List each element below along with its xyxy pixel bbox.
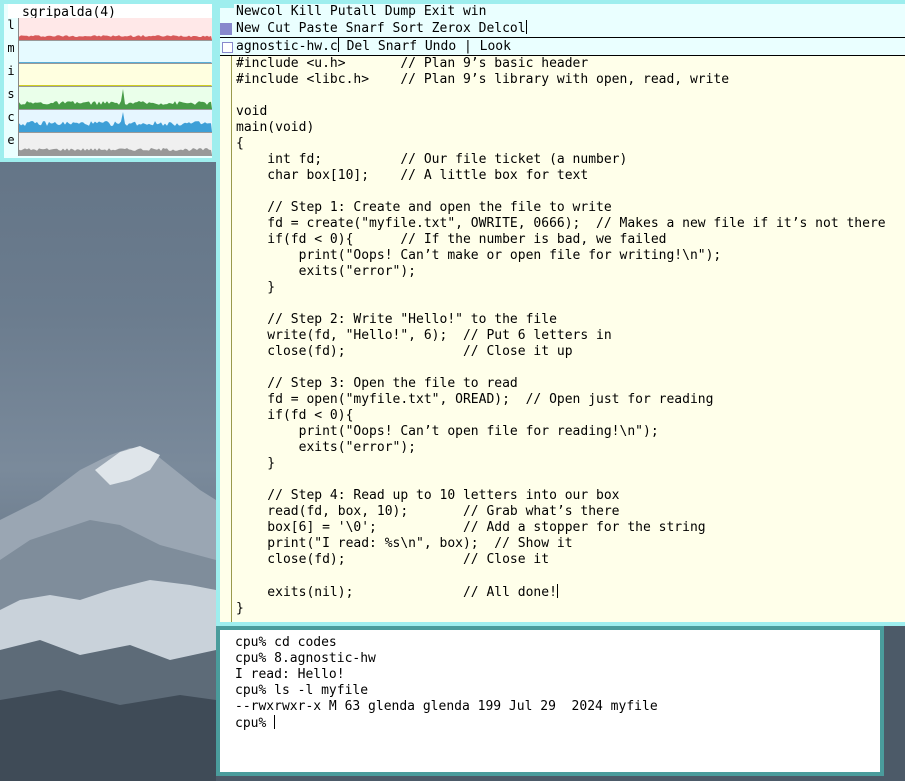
stat-graph (19, 41, 212, 64)
code-line[interactable]: print("Oops! Can’t open file for reading… (236, 424, 886, 440)
column-tag[interactable]: Newcol Kill Putall Dump Exit win (220, 4, 905, 21)
stats-window[interactable]: sgripalda(4) lmisce (0, 0, 216, 162)
code-line[interactable]: // Step 4: Read up to 10 letters into ou… (236, 488, 886, 504)
code-line[interactable] (236, 360, 886, 376)
code-line[interactable]: { (236, 136, 886, 152)
file-tag[interactable]: agnostic-hw.c Del Snarf Undo | Look (220, 38, 905, 56)
stat-row: s (4, 87, 212, 110)
code-line[interactable]: exits(nil); // All done! (236, 584, 886, 601)
code-line[interactable]: close(fd); // Close it up (236, 344, 886, 360)
stat-label: i (4, 64, 19, 87)
acme-column[interactable]: Newcol Kill Putall Dump Exit win New Cut… (216, 0, 905, 626)
editor-body[interactable]: #include <u.h> // Plan 9’s basic header #… (220, 56, 905, 622)
code-line[interactable] (236, 88, 886, 104)
file-tag-text[interactable]: agnostic-hw.c Del Snarf Undo | Look (236, 38, 511, 55)
code-line[interactable] (236, 472, 886, 488)
terminal-line[interactable]: cpu% ls -l myfile (235, 683, 658, 699)
stat-label: c (4, 110, 19, 133)
scrollbar-thumb[interactable] (220, 56, 231, 622)
terminal-line[interactable]: I read: Hello! (235, 667, 658, 683)
terminal-line[interactable]: cpu% cd codes (235, 635, 658, 651)
file-name: agnostic-hw.c (236, 39, 338, 54)
terminal-body[interactable]: cpu% cd codes cpu% 8.agnostic-hw I read: H… (220, 630, 880, 772)
file-window-handle[interactable] (222, 42, 233, 53)
code-line[interactable]: void (236, 104, 886, 120)
code-line[interactable]: write(fd, "Hello!", 6); // Put 6 letters… (236, 328, 886, 344)
code-line[interactable]: print("Oops! Can’t make or open file for… (236, 248, 886, 264)
stat-row: c (4, 110, 212, 133)
code-line[interactable]: #include <u.h> // Plan 9’s basic header (236, 56, 886, 72)
code-line[interactable] (236, 568, 886, 584)
terminal-line[interactable]: --rwxrwxr-x M 63 glenda glenda 199 Jul 2… (235, 699, 658, 715)
stat-label: m (4, 41, 19, 64)
code-line[interactable]: } (236, 601, 886, 617)
terminal-output[interactable]: cpu% cd codes cpu% 8.agnostic-hw I read: H… (235, 635, 658, 732)
window-tag-text[interactable]: New Cut Paste Snarf Sort Zerox Delcol (236, 20, 527, 37)
stat-graph (19, 110, 212, 133)
text-cursor (274, 715, 276, 729)
stat-label: e (4, 133, 19, 156)
stat-graph (19, 18, 212, 41)
code-line[interactable]: box[6] = '\0'; // Add a stopper for the … (236, 520, 886, 536)
code-line[interactable]: char box[10]; // A little box for text (236, 168, 886, 184)
code-line[interactable]: print("I read: %s\n", box); // Show it (236, 536, 886, 552)
code-line[interactable]: } (236, 280, 886, 296)
terminal-line[interactable]: cpu% (235, 715, 658, 732)
code-line[interactable]: close(fd); // Close it (236, 552, 886, 568)
desktop-background-strip (884, 626, 905, 781)
stat-label: l (4, 18, 19, 41)
desktop-background-strip-bottom (216, 776, 905, 781)
code-line[interactable]: // Step 3: Open the file to read (236, 376, 886, 392)
code-line[interactable]: // Step 1: Create and open the file to w… (236, 200, 886, 216)
window-tag[interactable]: New Cut Paste Snarf Sort Zerox Delcol (220, 20, 905, 38)
code-line[interactable]: if(fd < 0){ // If the number is bad, we … (236, 232, 886, 248)
code-line[interactable]: fd = create("myfile.txt", OWRITE, 0666);… (236, 216, 885, 232)
scrollbar[interactable] (220, 56, 232, 622)
code-line[interactable] (236, 296, 886, 312)
file-tag-commands: Del Snarf Undo | Look (338, 39, 511, 54)
code-line[interactable]: } (236, 456, 886, 472)
stat-graph (19, 87, 212, 110)
stat-row: i (4, 64, 212, 87)
text-cursor (556, 584, 558, 598)
code-line[interactable]: exits("error"); (236, 264, 886, 280)
code-line[interactable]: read(fd, box, 10); // Grab what’s there (236, 504, 886, 520)
code-line[interactable]: int fd; // Our file ticket (a number) (236, 152, 886, 168)
stat-label: s (4, 87, 19, 110)
column-tag-text[interactable]: Newcol Kill Putall Dump Exit win (236, 4, 486, 20)
column-handle[interactable] (220, 4, 234, 8)
window-layout-handle[interactable] (220, 23, 232, 35)
code-line[interactable]: if(fd < 0){ (236, 408, 886, 424)
code-line[interactable]: // Step 2: Write "Hello!" to the file (236, 312, 886, 328)
terminal-window[interactable]: cpu% cd codes cpu% 8.agnostic-hw I read: H… (216, 626, 884, 776)
stat-graph (19, 133, 212, 156)
code-text[interactable]: #include <u.h> // Plan 9’s basic header #… (236, 56, 886, 617)
code-line[interactable]: #include <libc.h> // Plan 9’s library wi… (236, 72, 886, 88)
code-line[interactable]: fd = open("myfile.txt", OREAD); // Open … (236, 392, 886, 408)
code-line[interactable]: exits("error"); (236, 440, 886, 456)
stat-row: m (4, 41, 212, 64)
stat-graph (19, 64, 212, 87)
stat-row: e (4, 133, 212, 156)
code-line[interactable] (236, 184, 886, 200)
text-cursor (525, 20, 527, 34)
terminal-line[interactable]: cpu% 8.agnostic-hw (235, 651, 658, 667)
stat-row: l (4, 18, 212, 41)
code-line[interactable]: main(void) (236, 120, 886, 136)
